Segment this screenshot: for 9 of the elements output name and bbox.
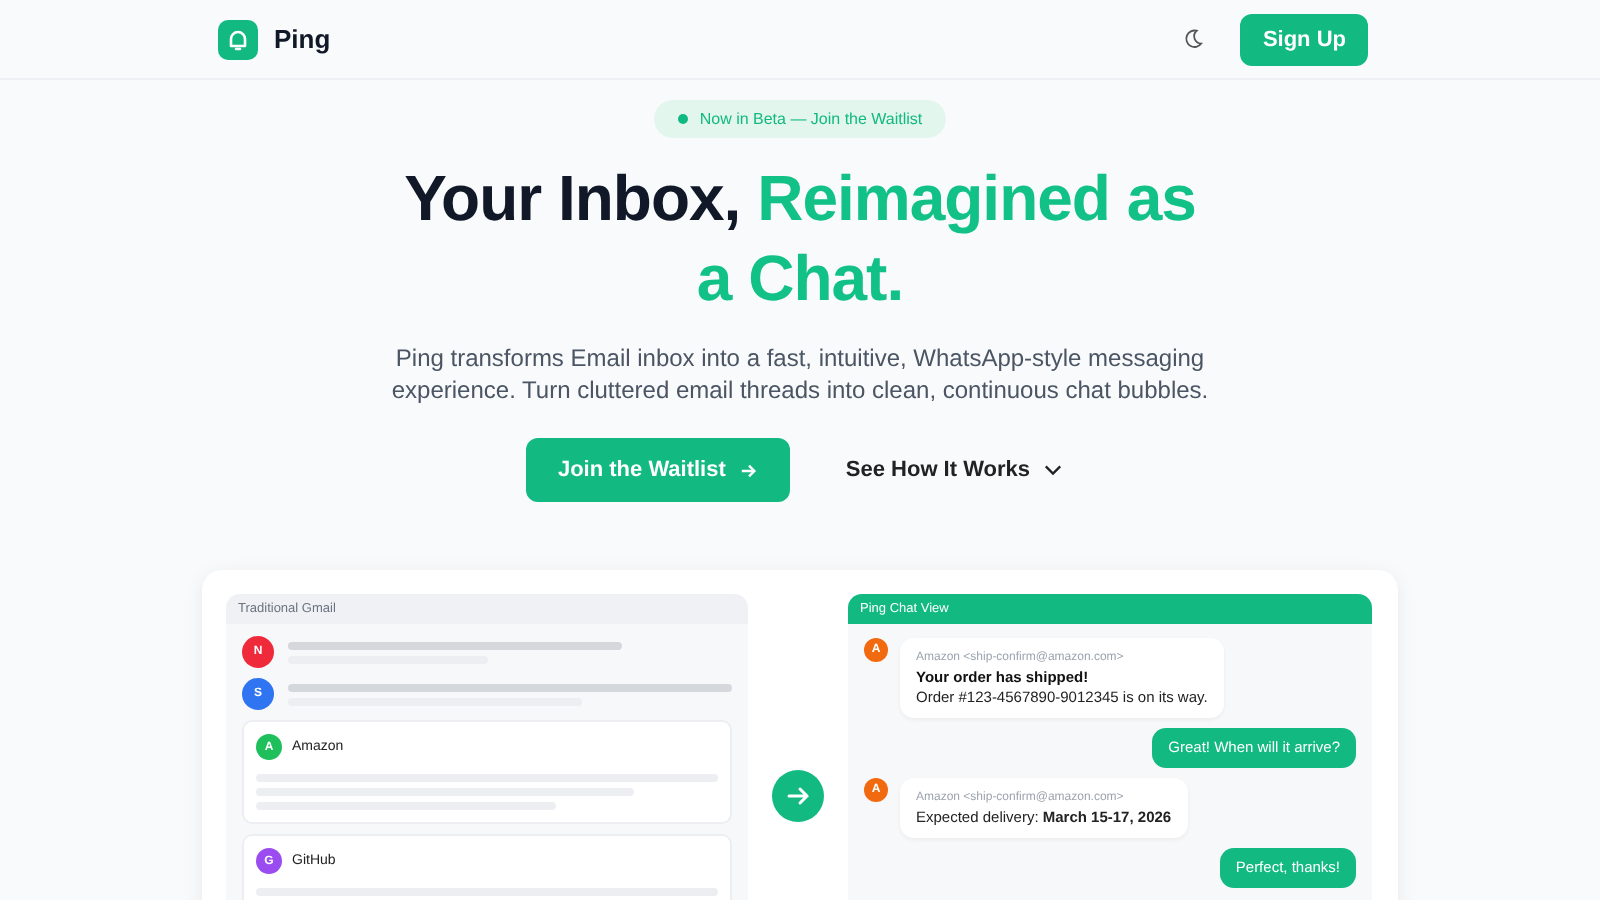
arrow-right-icon xyxy=(739,461,758,479)
arrow-right-icon xyxy=(772,770,824,822)
hero-title: Your Inbox, Reimagined as a Chat. xyxy=(402,160,1198,318)
chevron-down-icon xyxy=(1044,464,1063,476)
moon-icon[interactable] xyxy=(1182,28,1205,50)
see-how-it-works-button[interactable]: See How It Works xyxy=(833,438,1075,502)
hero-description: Ping transforms Email inbox into a fast, intuitive, WhatsApp-style messaging experience. Turn cluttered email threads into clean, continuous chat bubbles. xyxy=(389,342,1211,406)
brand-name: Ping xyxy=(274,24,331,54)
bell-logo-icon xyxy=(218,19,258,59)
